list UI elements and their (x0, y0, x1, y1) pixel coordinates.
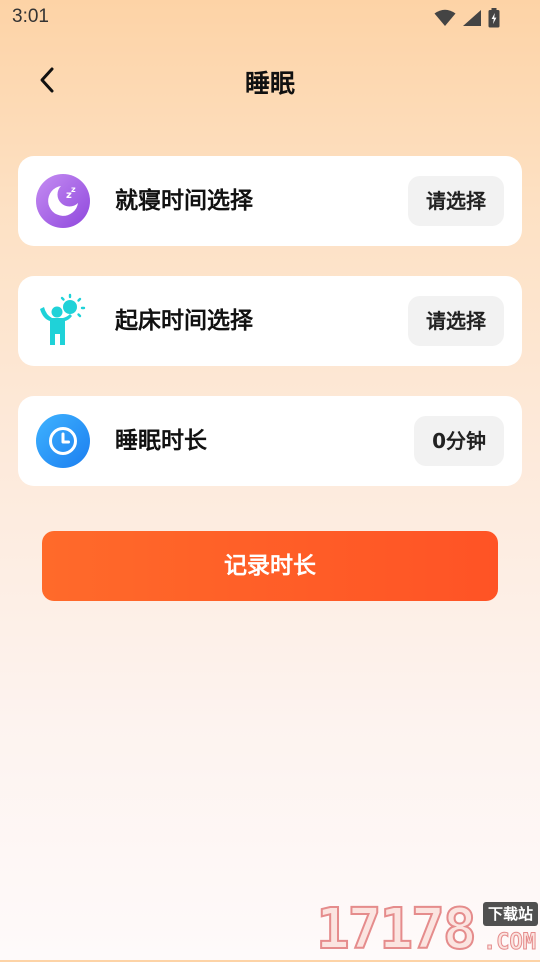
title-bar: 睡眠 (0, 56, 540, 104)
wifi-icon (434, 9, 456, 26)
wake-time-card[interactable]: 起床时间选择 请选择 (18, 276, 522, 366)
watermark-logo: 17178 下载站 .COM (315, 897, 540, 962)
status-bar: 3:01 (0, 0, 540, 36)
svg-text:z: z (71, 185, 76, 194)
bedtime-select-button[interactable]: 请选择 (408, 176, 504, 226)
sleep-duration-label: 睡眠时长 (115, 428, 207, 454)
status-time: 3:01 (12, 6, 49, 27)
bedtime-label: 就寝时间选择 (115, 188, 253, 214)
wake-up-sun-icon (40, 293, 86, 345)
watermark-suffix: .COM (483, 930, 537, 956)
watermark-digits: 17178 (315, 897, 478, 962)
battery-icon (488, 8, 500, 28)
clock-icon (36, 414, 90, 468)
wake-time-select-button[interactable]: 请选择 (408, 296, 504, 346)
moon-sleep-icon: z z (36, 174, 90, 228)
page-title: 睡眠 (244, 69, 295, 98)
watermark-badge: 下载站 (482, 902, 538, 926)
record-duration-button[interactable]: 记录时长 (42, 531, 498, 601)
sleep-duration-card: 睡眠时长 0分钟 (18, 396, 522, 486)
sleep-duration-value: 0分钟 (414, 416, 504, 466)
status-icons (434, 7, 500, 29)
bedtime-card[interactable]: z z 就寝时间选择 请选择 (18, 156, 522, 246)
signal-icon (463, 10, 481, 26)
wake-time-label: 起床时间选择 (115, 308, 253, 334)
